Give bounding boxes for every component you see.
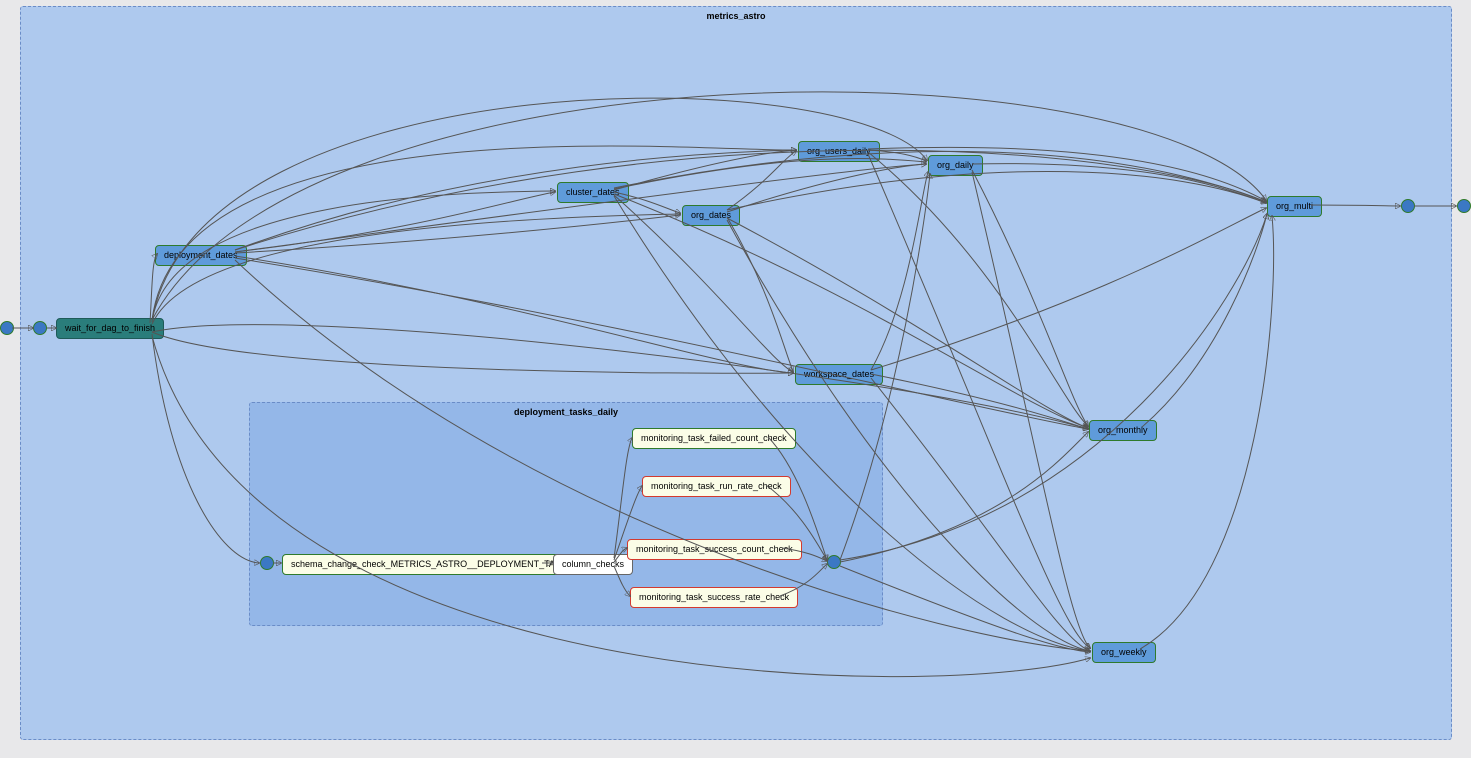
group-title-outer: metrics_astro [21, 11, 1451, 21]
task-monitoring-success-rate[interactable]: monitoring_task_success_rate_check [630, 587, 798, 608]
task-workspace-dates[interactable]: workspace_dates [795, 364, 883, 385]
port-outer-in [33, 321, 47, 335]
port-stage-in [0, 321, 14, 335]
port-inner-out [827, 555, 841, 569]
task-wait-for-dag-to-finish[interactable]: wait_for_dag_to_finish [56, 318, 164, 339]
task-org-daily[interactable]: org_daily [928, 155, 983, 176]
port-inner-in [260, 556, 274, 570]
task-org-weekly[interactable]: org_weekly [1092, 642, 1156, 663]
task-org-monthly[interactable]: org_monthly [1089, 420, 1157, 441]
port-outer-out [1401, 199, 1415, 213]
task-monitoring-run-rate[interactable]: monitoring_task_run_rate_check [642, 476, 791, 497]
task-cluster-dates[interactable]: cluster_dates [557, 182, 629, 203]
task-monitoring-success-count[interactable]: monitoring_task_success_count_check [627, 539, 802, 560]
task-monitoring-failed-count[interactable]: monitoring_task_failed_count_check [632, 428, 796, 449]
graph-canvas[interactable]: metrics_astro deployment_tasks_daily wai… [0, 0, 1471, 758]
port-stage-out [1457, 199, 1471, 213]
group-title-inner: deployment_tasks_daily [250, 407, 882, 417]
task-column-checks[interactable]: column_checks [553, 554, 633, 575]
task-group-metrics-astro[interactable]: metrics_astro [20, 6, 1452, 740]
task-org-multi[interactable]: org_multi [1267, 196, 1322, 217]
task-deployment-dates[interactable]: deployment_dates [155, 245, 247, 266]
task-org-users-daily[interactable]: org_users_daily [798, 141, 880, 162]
task-org-dates[interactable]: org_dates [682, 205, 740, 226]
